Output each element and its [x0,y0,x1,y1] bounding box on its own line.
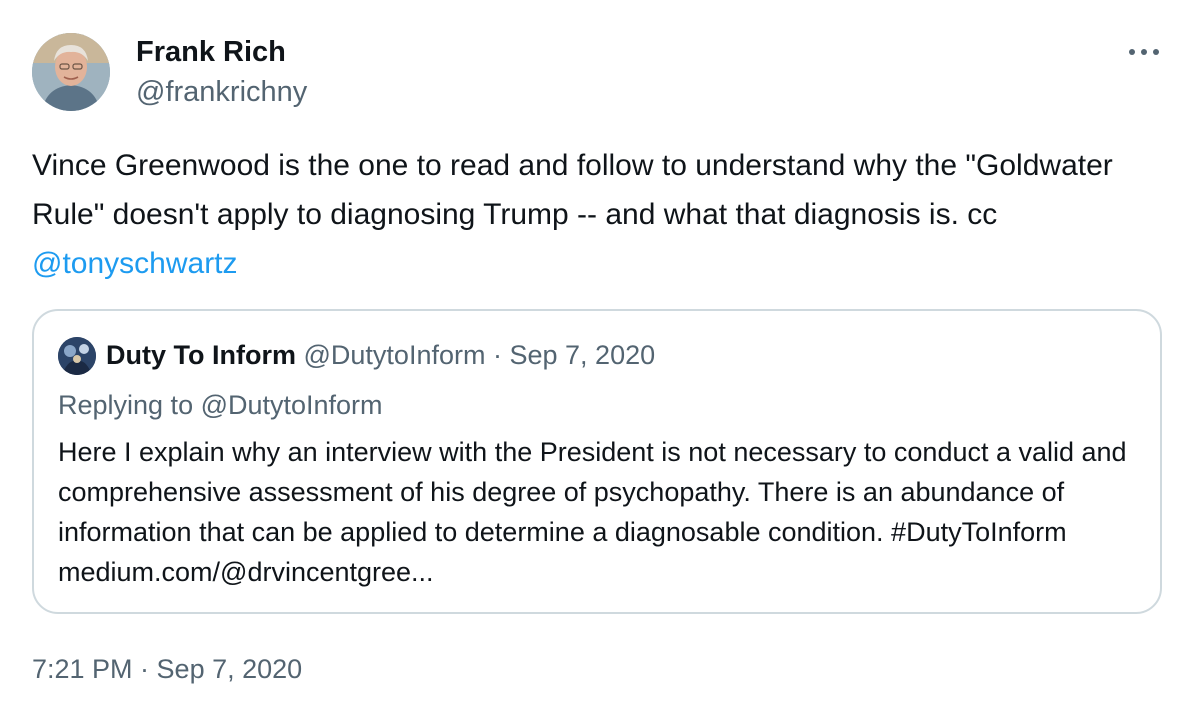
quoted-author-handle[interactable]: @DutytoInform [304,340,486,370]
author-avatar-image [32,33,110,111]
meta-separator: · [492,340,502,370]
quoted-avatar-image [58,337,96,375]
quoted-tweet-text: Here I explain why an interview with the… [58,437,1127,587]
tweet-text-content: Vince Greenwood is the one to read and f… [32,149,1113,231]
author-avatar[interactable] [32,33,110,111]
author-handle[interactable]: @frankrichny [136,74,307,110]
quoted-tweet[interactable]: Duty To Inform @DutytoInform · Sep 7, 20… [32,309,1162,614]
replying-to: Replying to @DutytoInform [58,390,383,420]
tweet-text: Vince Greenwood is the one to read and f… [32,141,1152,288]
mention-link[interactable]: @tonyschwartz [32,247,238,280]
author-name[interactable]: Frank Rich [136,34,286,70]
quoted-header: Duty To Inform @DutytoInform · Sep 7, 20… [106,336,655,374]
tweet-card: Frank Rich @frankrichny Vince Greenwood … [0,0,1196,710]
quoted-author-avatar[interactable] [58,337,96,375]
tweet-timestamp[interactable]: 7:21 PM · Sep 7, 2020 [32,650,302,688]
quoted-date[interactable]: Sep 7, 2020 [510,340,656,370]
more-options-button[interactable] [1124,40,1164,64]
quoted-author-name[interactable]: Duty To Inform [106,340,296,370]
more-horizontal-icon [1129,49,1159,55]
